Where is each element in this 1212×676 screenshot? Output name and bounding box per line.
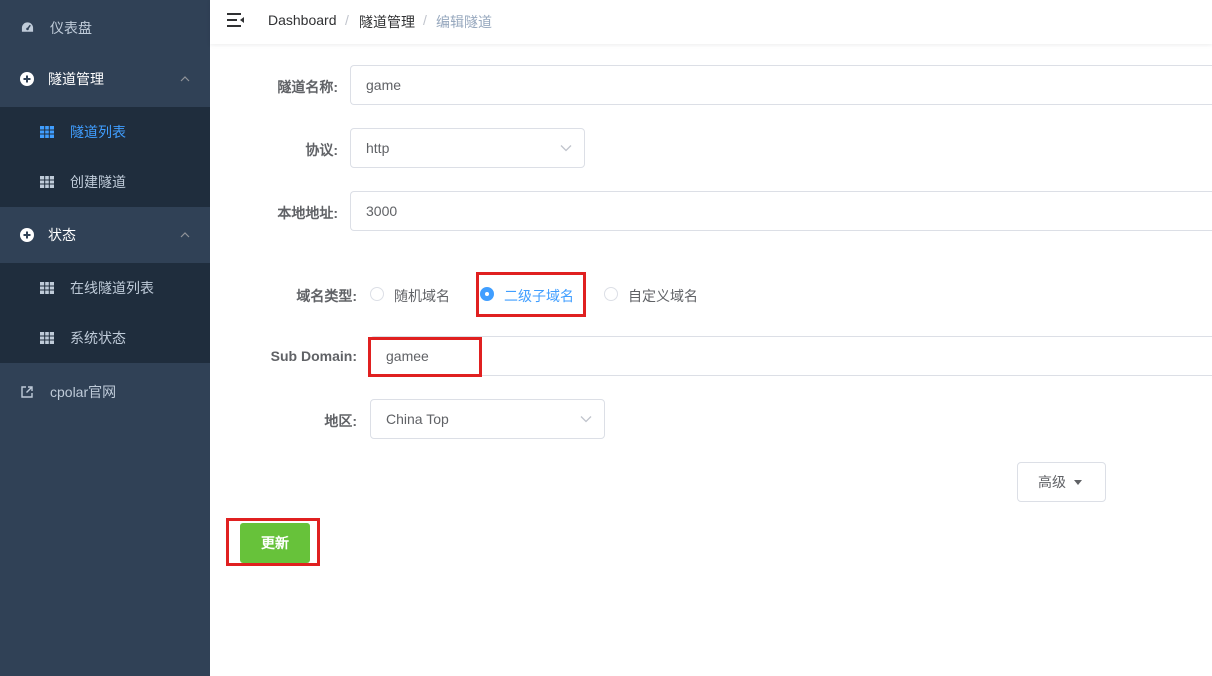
- tunnel-name-input[interactable]: game: [350, 65, 1212, 105]
- radio-custom-domain[interactable]: 自定义域名: [604, 286, 704, 304]
- chevron-down-icon: [560, 145, 572, 152]
- protocol-select[interactable]: http: [350, 128, 585, 168]
- dashboard-icon: [21, 22, 34, 32]
- sidebar-item-tunnel-management[interactable]: 隧道管理: [0, 51, 210, 107]
- table-icon: [40, 282, 54, 294]
- highlight-update-button: [226, 518, 320, 566]
- submenu-status: 在线隧道列表 系统状态: [0, 263, 210, 363]
- tunnel-name-label: 隧道名称:: [277, 79, 338, 95]
- sidebar-item-create-tunnel[interactable]: 创建隧道: [0, 157, 210, 207]
- radio-random-domain[interactable]: 随机域名: [370, 286, 460, 304]
- advanced-button[interactable]: 高级: [1017, 462, 1106, 502]
- plus-circle-icon: [20, 228, 34, 242]
- breadcrumb-edit-tunnel: 编辑隧道: [436, 14, 492, 30]
- sidebar-item-label: 隧道列表: [70, 124, 126, 140]
- plus-circle-icon: [20, 72, 34, 86]
- sidebar-item-label: 状态: [48, 227, 76, 243]
- radio-button[interactable]: [370, 287, 384, 301]
- sidebar-item-online-tunnels[interactable]: 在线隧道列表: [0, 263, 210, 313]
- chevron-up-icon: [180, 232, 190, 238]
- sidebar-item-status[interactable]: 状态: [0, 207, 210, 263]
- sidebar: 仪表盘 隧道管理 隧道列表 创建隧道 状态 在线隧道列表 系统状态 cpolar…: [0, 0, 210, 676]
- sidebar-item-label: 仪表盘: [50, 20, 92, 36]
- advanced-button-label: 高级: [1038, 474, 1066, 490]
- sidebar-item-label: 系统状态: [70, 330, 126, 346]
- table-icon: [40, 176, 54, 188]
- sub-domain-label: Sub Domain:: [270, 348, 357, 364]
- sidebar-item-tunnel-list[interactable]: 隧道列表: [0, 107, 210, 157]
- hamburger-icon[interactable]: [227, 12, 245, 28]
- sidebar-item-cpolar-website[interactable]: cpolar官网: [0, 364, 210, 420]
- tunnel-name-value: game: [366, 77, 402, 93]
- region-value: China Top: [386, 411, 449, 427]
- domain-type-label: 域名类型:: [296, 288, 357, 304]
- local-address-label: 本地地址:: [277, 205, 338, 221]
- highlight-subdomain-input: [368, 337, 482, 377]
- highlight-subdomain-option: [476, 272, 586, 317]
- local-address-input[interactable]: 3000: [350, 191, 1212, 231]
- navbar: Dashboard / 隧道管理 / 编辑隧道: [210, 0, 1212, 44]
- radio-label: 随机域名: [394, 288, 450, 304]
- sidebar-item-dashboard[interactable]: 仪表盘: [0, 0, 210, 56]
- sidebar-item-label: 隧道管理: [48, 71, 104, 87]
- table-icon: [40, 332, 54, 344]
- region-label: 地区:: [324, 413, 357, 429]
- sidebar-item-label: 在线隧道列表: [70, 280, 154, 296]
- external-link-icon: [21, 386, 33, 398]
- protocol-value: http: [366, 140, 390, 156]
- breadcrumb-dashboard[interactable]: Dashboard: [268, 12, 337, 28]
- sidebar-item-label: 创建隧道: [70, 174, 126, 190]
- breadcrumb-tunnel-management[interactable]: 隧道管理: [359, 12, 415, 32]
- sidebar-item-system-status[interactable]: 系统状态: [0, 313, 210, 363]
- protocol-label: 协议:: [305, 142, 338, 158]
- chevron-up-icon: [180, 76, 190, 82]
- caret-down-icon: [1074, 480, 1082, 485]
- sidebar-item-label: cpolar官网: [50, 384, 117, 400]
- breadcrumb-separator: /: [345, 12, 349, 28]
- local-address-value: 3000: [366, 203, 398, 219]
- region-select[interactable]: China Top: [370, 399, 605, 439]
- chevron-down-icon: [580, 416, 592, 423]
- radio-button[interactable]: [604, 287, 618, 301]
- breadcrumb-separator: /: [423, 12, 427, 28]
- submenu-tunnel-management: 隧道列表 创建隧道: [0, 107, 210, 207]
- sub-domain-input[interactable]: gamee: [370, 336, 1212, 376]
- radio-label: 自定义域名: [628, 288, 698, 304]
- table-icon: [40, 126, 54, 138]
